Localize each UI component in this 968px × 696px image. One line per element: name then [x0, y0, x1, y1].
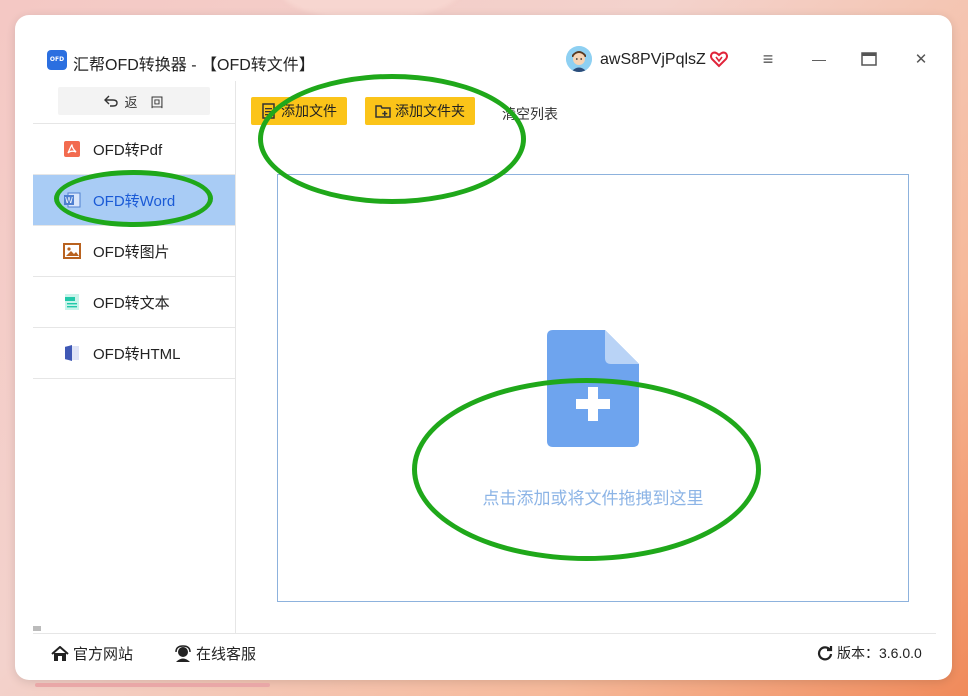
- refresh-icon: [817, 646, 833, 661]
- menu-icon[interactable]: ≡: [756, 47, 780, 71]
- support-link[interactable]: 在线客服: [174, 643, 256, 664]
- website-label: 官方网站: [73, 646, 134, 663]
- add-file-label: 添加文件: [281, 103, 337, 119]
- word-icon: W: [63, 191, 81, 209]
- back-arrow-icon: [104, 95, 119, 107]
- sidebar-item-html[interactable]: OFD转HTML: [33, 328, 235, 379]
- drop-zone[interactable]: 点击添加或将文件拖拽到这里: [277, 174, 909, 602]
- add-folder-button[interactable]: 添加文件夹: [365, 97, 475, 125]
- sidebar-item-label: OFD转Pdf: [93, 141, 163, 159]
- vip-heart-icon[interactable]: [710, 50, 728, 68]
- version-label: 版本：3.6.0.0: [837, 645, 922, 661]
- close-icon[interactable]: ✕: [909, 47, 933, 71]
- html-icon: [63, 344, 81, 362]
- app-window: OFD 汇帮OFD转换器 - 【OFD转文件】 awS8PVjPqlsZ ≡ —: [15, 15, 952, 680]
- drop-zone-text: 点击添加或将文件拖拽到这里: [482, 489, 704, 508]
- sidebar-item-word[interactable]: W OFD转Word: [33, 175, 235, 226]
- taskbar-indicator: [35, 683, 270, 687]
- file-icon: [262, 103, 275, 119]
- sidebar: 返 回 OFD转Pdf W OFD转Word OFD转图片 OFD转文本 OFD…: [33, 81, 236, 633]
- window-title: 汇帮OFD转换器 - 【OFD转文件】: [73, 57, 315, 74]
- status-bar: 官方网站 在线客服 版本：3.6.0.0: [33, 633, 936, 669]
- support-icon: [175, 644, 191, 662]
- back-label: 返 回: [124, 94, 164, 110]
- svg-text:W: W: [65, 196, 73, 205]
- folder-add-icon: [375, 105, 391, 118]
- scrollbar[interactable]: [33, 626, 41, 631]
- sidebar-list: OFD转Pdf W OFD转Word OFD转图片 OFD转文本 OFD转HTM…: [33, 123, 235, 379]
- sidebar-item-pdf[interactable]: OFD转Pdf: [33, 124, 235, 175]
- sidebar-item-label: OFD转HTML: [93, 345, 181, 363]
- sidebar-item-label: OFD转图片: [93, 243, 170, 261]
- text-icon: [63, 293, 81, 311]
- title-bar: OFD 汇帮OFD转换器 - 【OFD转文件】 awS8PVjPqlsZ ≡ —: [15, 15, 952, 81]
- image-icon: [63, 242, 81, 260]
- add-folder-label: 添加文件夹: [395, 103, 465, 119]
- back-button[interactable]: 返 回: [58, 87, 210, 115]
- username[interactable]: awS8PVjPqlsZ: [600, 51, 706, 69]
- version-info: 版本：3.6.0.0: [817, 643, 922, 663]
- minimize-icon[interactable]: —: [807, 47, 831, 71]
- add-file-button[interactable]: 添加文件: [251, 97, 347, 125]
- app-logo-icon: OFD: [47, 50, 67, 70]
- maximize-icon[interactable]: [857, 47, 881, 71]
- avatar[interactable]: [566, 46, 592, 72]
- sidebar-item-label: OFD转Word: [93, 192, 176, 210]
- sidebar-item-text[interactable]: OFD转文本: [33, 277, 235, 328]
- clear-list-button[interactable]: 清空列表: [502, 104, 558, 124]
- home-icon: [51, 645, 69, 661]
- sidebar-item-image[interactable]: OFD转图片: [33, 226, 235, 277]
- pdf-icon: [63, 140, 81, 158]
- sidebar-item-label: OFD转文本: [93, 294, 170, 312]
- add-file-icon: [547, 330, 639, 447]
- website-link[interactable]: 官方网站: [51, 643, 133, 664]
- support-label: 在线客服: [196, 646, 257, 663]
